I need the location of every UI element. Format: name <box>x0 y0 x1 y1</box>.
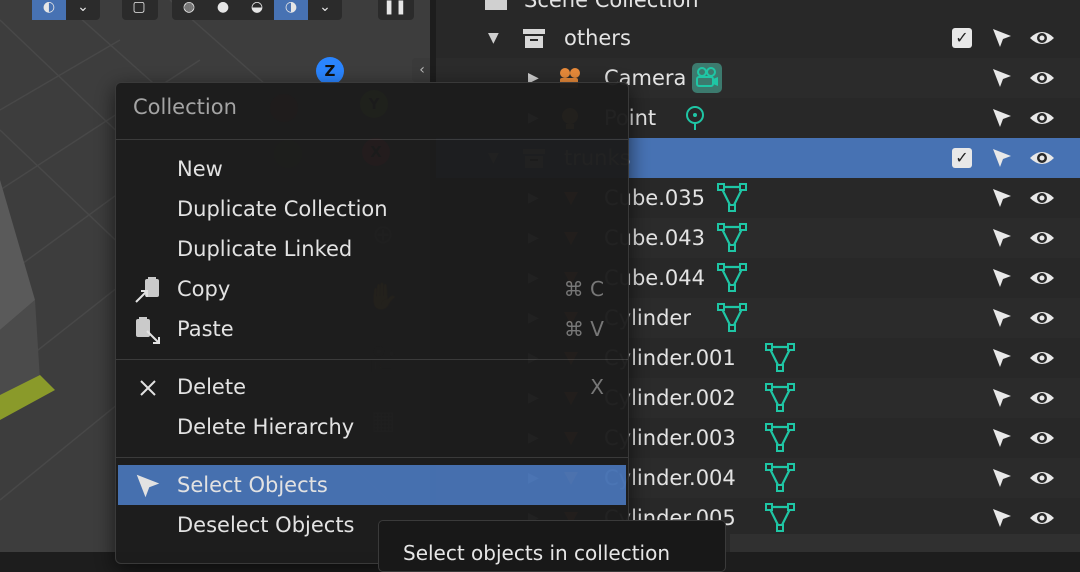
menu-item-delete-hierarchy[interactable]: Delete Hierarchy <box>118 407 626 447</box>
selectable-toggle-icon[interactable] <box>990 66 1014 90</box>
menu-item-label: Copy <box>177 277 231 301</box>
rendered-shading-icon[interactable]: ◑ <box>274 0 308 20</box>
select-cursor-icon <box>133 471 163 501</box>
selectable-toggle-icon[interactable] <box>990 466 1014 490</box>
tooltip: Select objects in collection <box>378 520 726 572</box>
menu-item-label: Deselect Objects <box>177 513 355 537</box>
selectable-toggle-icon[interactable] <box>990 26 1014 50</box>
selectable-toggle-icon[interactable] <box>990 226 1014 250</box>
eye-icon[interactable] <box>1028 186 1056 210</box>
menu-title: Collection <box>133 95 237 119</box>
eye-icon[interactable] <box>1028 106 1056 130</box>
menu-item-label: Duplicate Linked <box>177 237 353 261</box>
eye-icon[interactable] <box>1028 426 1056 450</box>
properties-header-strip <box>730 534 1080 552</box>
eye-icon[interactable] <box>1028 506 1056 530</box>
menu-item-label: Delete <box>177 375 246 399</box>
menu-item-new[interactable]: New <box>118 149 626 189</box>
eye-icon[interactable] <box>1028 66 1056 90</box>
eye-icon[interactable] <box>1028 226 1056 250</box>
selectable-toggle-icon[interactable] <box>990 426 1014 450</box>
mesh-data-icon[interactable] <box>764 462 796 494</box>
solid-shading-icon[interactable]: ● <box>206 0 240 20</box>
selectable-toggle-icon[interactable] <box>990 386 1014 410</box>
copy-icon <box>133 275 163 305</box>
eye-icon[interactable] <box>1028 266 1056 290</box>
overlay-toggle-icon[interactable]: ◐ <box>32 0 66 20</box>
collection-icon <box>520 24 548 52</box>
material-shading-icon[interactable]: ◒ <box>240 0 274 20</box>
mesh-data-icon[interactable] <box>764 422 796 454</box>
chevron-down-icon[interactable]: ⌄ <box>308 0 342 20</box>
selectable-toggle-icon[interactable] <box>990 506 1014 530</box>
sidebar-toggle-icon[interactable]: ‹ <box>412 58 430 82</box>
menu-item-duplicate-linked[interactable]: Duplicate Linked <box>118 229 626 269</box>
mesh-data-icon[interactable] <box>764 502 796 534</box>
chevron-down-icon[interactable]: ⌄ <box>66 0 100 20</box>
x-icon <box>133 373 163 403</box>
eye-icon[interactable] <box>1028 346 1056 370</box>
wireframe-shading-icon[interactable]: ◍ <box>172 0 206 20</box>
outliner-collection-row[interactable]: ▼ others ✓ <box>436 18 1080 58</box>
menu-item-label: Paste <box>177 317 234 341</box>
light-data-icon[interactable] <box>679 102 711 134</box>
selectable-toggle-icon[interactable] <box>990 266 1014 290</box>
menu-separator <box>116 359 628 360</box>
paste-icon <box>133 315 163 345</box>
scene-collection-icon <box>485 0 507 10</box>
menu-item-delete[interactable]: Delete X <box>118 367 626 407</box>
menu-separator <box>116 139 628 140</box>
mesh-data-icon[interactable] <box>716 302 748 334</box>
menu-item-duplicate-collection[interactable]: Duplicate Collection <box>118 189 626 229</box>
eye-icon[interactable] <box>1028 466 1056 490</box>
menu-item-shortcut: ⌘ C <box>563 277 604 301</box>
selectable-toggle-icon[interactable] <box>990 106 1014 130</box>
selectable-toggle-icon[interactable] <box>990 306 1014 330</box>
mesh-data-icon[interactable] <box>716 262 748 294</box>
menu-item-label: Duplicate Collection <box>177 197 388 221</box>
exclude-checkbox[interactable]: ✓ <box>952 28 972 48</box>
menu-item-shortcut: ⌘ V <box>563 317 604 341</box>
scene-collection-row[interactable]: Scene Collection <box>436 0 1080 20</box>
eye-icon[interactable] <box>1028 26 1056 50</box>
tooltip-text: Select objects in collection <box>403 541 671 565</box>
camera-data-icon[interactable] <box>691 62 723 94</box>
collection-context-menu[interactable]: Collection New Duplicate Collection Duplic… <box>115 82 629 564</box>
menu-item-label: Select Objects <box>177 473 328 497</box>
mesh-data-icon[interactable] <box>764 342 796 374</box>
gizmo-z-label: Z <box>324 62 336 80</box>
pause-icon[interactable]: ❚❚ <box>378 0 412 20</box>
exclude-checkbox[interactable]: ✓ <box>952 148 972 168</box>
menu-item-select-objects[interactable]: Select Objects <box>118 465 626 505</box>
mesh-data-icon[interactable] <box>716 222 748 254</box>
eye-icon[interactable] <box>1028 146 1056 170</box>
mesh-data-icon[interactable] <box>764 382 796 414</box>
selectable-toggle-icon[interactable] <box>990 186 1014 210</box>
menu-item-copy[interactable]: Copy ⌘ C <box>118 269 626 309</box>
scene-collection-label: Scene Collection <box>524 0 699 12</box>
menu-item-label: Delete Hierarchy <box>177 415 355 439</box>
menu-item-shortcut: X <box>590 375 604 399</box>
eye-icon[interactable] <box>1028 386 1056 410</box>
gizmo-z-axis[interactable]: Z <box>316 57 344 85</box>
menu-item-paste[interactable]: Paste ⌘ V <box>118 309 626 349</box>
xray-toggle-icon[interactable]: ▢ <box>122 0 156 20</box>
eye-icon[interactable] <box>1028 306 1056 330</box>
selectable-toggle-icon[interactable] <box>990 346 1014 370</box>
menu-item-label: New <box>177 157 223 181</box>
outliner-item-label[interactable]: others <box>564 18 631 58</box>
mesh-data-icon[interactable] <box>716 182 748 214</box>
collapse-triangle-icon[interactable]: ▼ <box>488 18 499 58</box>
selectable-toggle-icon[interactable] <box>990 146 1014 170</box>
menu-separator <box>116 457 628 458</box>
